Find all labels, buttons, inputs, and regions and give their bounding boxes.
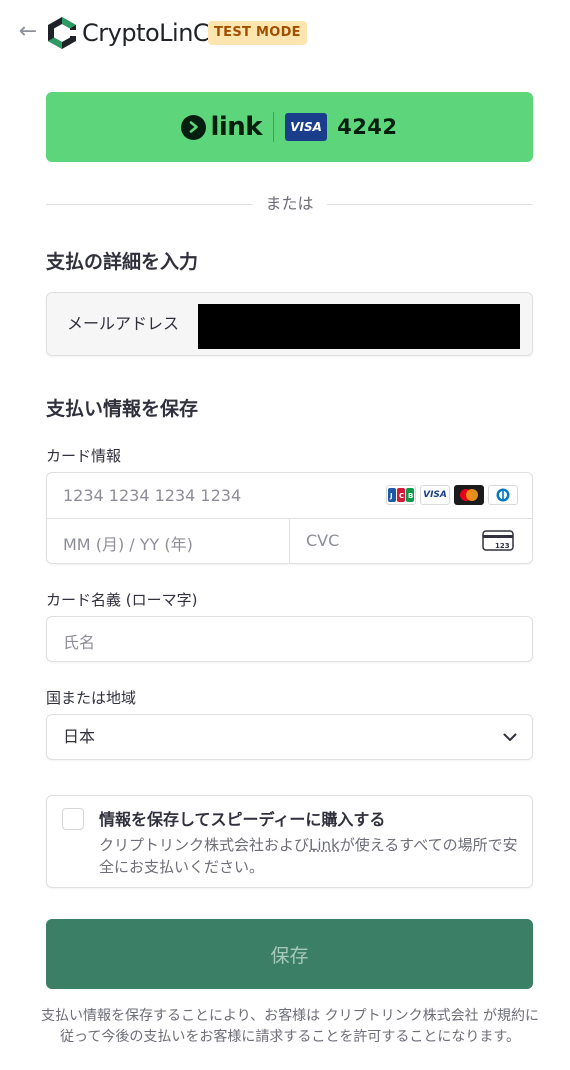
svg-text:B: B <box>408 492 413 500</box>
link-logo: link <box>181 112 263 142</box>
card-number-placeholder: 1234 1234 1234 1234 <box>63 486 242 505</box>
visa-card-icon: VISA <box>285 113 328 141</box>
cvc-card-icon: 123 <box>482 530 514 551</box>
email-redacted-value <box>198 304 520 349</box>
cryptolinc-logo-icon <box>48 17 78 49</box>
save-button[interactable]: 保存 <box>46 919 533 989</box>
country-value: 日本 <box>63 727 96 746</box>
cvc-input[interactable]: CVC 123 <box>290 518 532 563</box>
card-number-input[interactable]: 1234 1234 1234 1234 JCB VISA <box>47 473 532 519</box>
test-mode-badge: TEST MODE <box>208 21 307 45</box>
save-info-title: 情報を保存してスピーディーに購入する <box>99 810 386 829</box>
card-last4: 4242 <box>337 115 398 139</box>
or-divider: または <box>46 192 533 216</box>
country-label: 国または地域 <box>46 689 137 707</box>
card-info-label: カード情報 <box>46 447 122 465</box>
card-input-group: 1234 1234 1234 1234 JCB VISA MM (月) / YY… <box>46 472 533 564</box>
brand-name: CryptoLinC <box>82 19 210 47</box>
cardholder-name-input[interactable]: 氏名 <box>46 616 533 662</box>
link-divider <box>273 112 275 142</box>
mastercard-icon <box>454 485 484 505</box>
svg-text:J: J <box>389 492 393 500</box>
expiry-placeholder: MM (月) / YY (年) <box>63 535 193 554</box>
jcb-card-icon: JCB <box>386 485 416 505</box>
visa-brand-icon: VISA <box>420 485 450 505</box>
link-brand-link[interactable]: Link <box>309 836 340 854</box>
link-pay-button[interactable]: link VISA 4242 <box>46 92 533 162</box>
terms-text: 支払い情報を保存することにより、お客様は クリプトリンク株式会社 が規約に従って… <box>40 1008 540 1045</box>
save-info-description: クリプトリンク株式会社およびLinkが使えるすべての場所で安全にお支払いください… <box>99 834 519 878</box>
or-text: または <box>255 194 324 213</box>
svg-text:C: C <box>399 492 404 500</box>
save-info-desc-before: クリプトリンク株式会社および <box>99 836 310 854</box>
save-info-checkbox[interactable] <box>62 808 84 830</box>
link-arrow-icon <box>181 114 207 140</box>
country-select[interactable]: 日本 <box>46 714 533 760</box>
save-payment-title: 支払い情報を保存 <box>46 398 199 420</box>
link-save-option[interactable]: 情報を保存してスピーディーに購入する クリプトリンク株式会社およびLinkが使え… <box>46 795 533 888</box>
header: ← CryptoLinC TEST MODE <box>0 0 570 64</box>
payment-details-title: 支払の詳細を入力 <box>46 251 199 273</box>
cardholder-label: カード名義 (ローマ字) <box>46 591 198 609</box>
expiry-input[interactable]: MM (月) / YY (年) <box>47 518 290 563</box>
cvc-placeholder: CVC <box>306 531 340 550</box>
chevron-down-icon <box>503 733 517 741</box>
email-field: メールアドレス <box>46 292 533 356</box>
link-wordmark: link <box>210 112 263 142</box>
email-label: メールアドレス <box>67 314 180 333</box>
svg-text:123: 123 <box>495 542 510 550</box>
diners-card-icon <box>488 485 518 505</box>
cardholder-name-placeholder: 氏名 <box>63 633 96 652</box>
back-arrow-icon[interactable]: ← <box>16 20 40 44</box>
card-brands: JCB VISA <box>386 485 518 505</box>
